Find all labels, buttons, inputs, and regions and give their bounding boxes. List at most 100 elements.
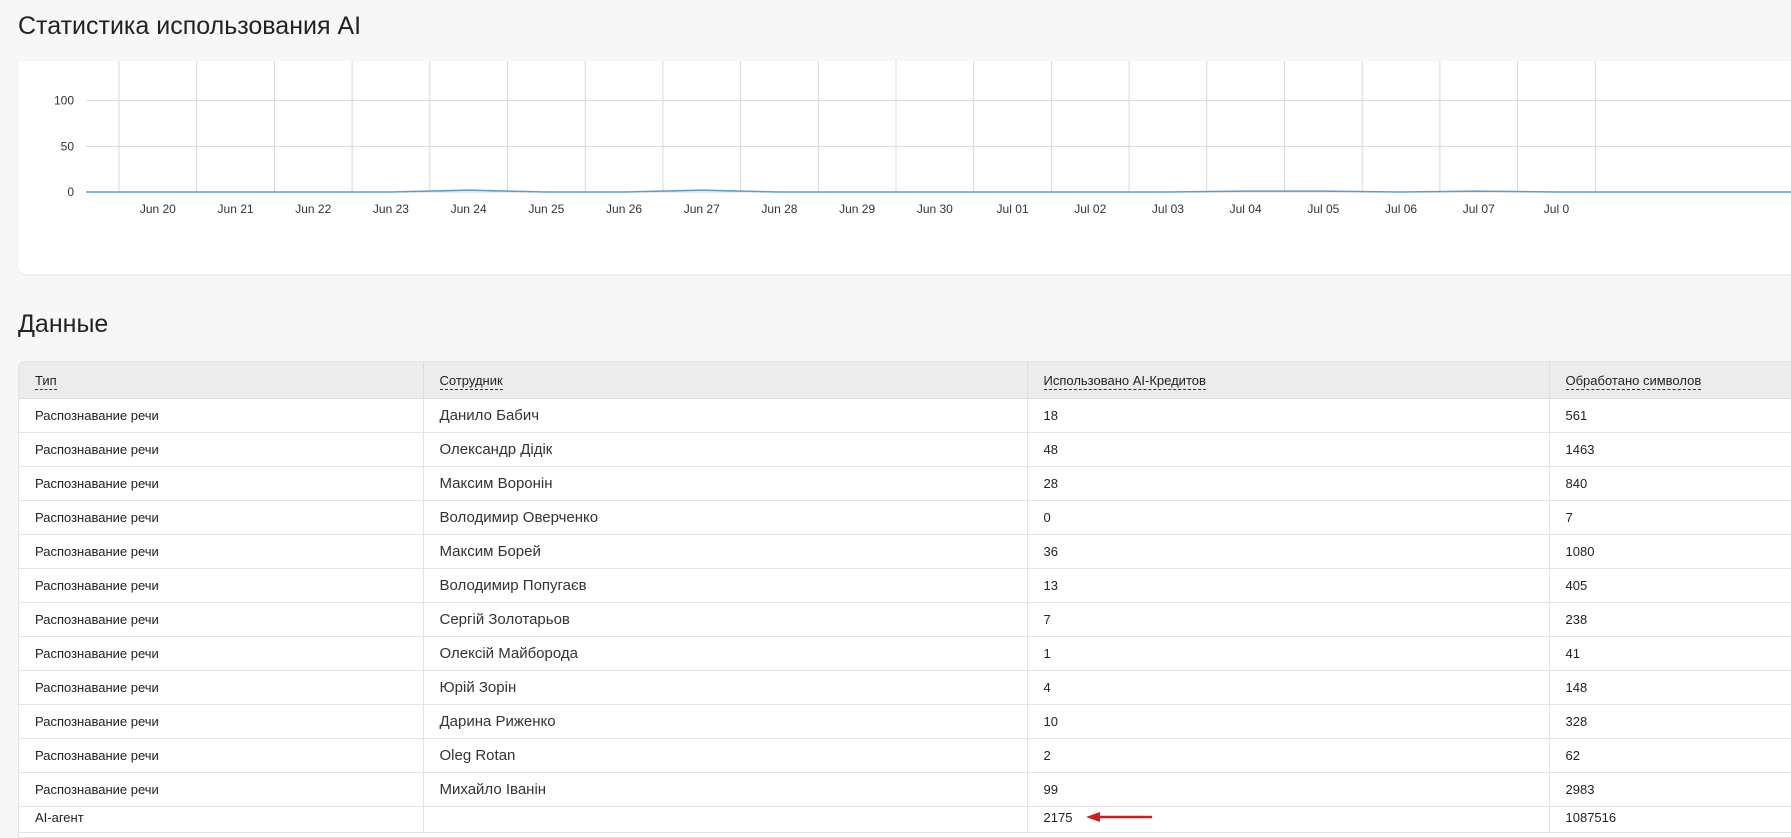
cell-characters: 148	[1549, 670, 1791, 705]
x-tick-label: Jun 24	[451, 202, 487, 216]
cell-characters: 328	[1549, 704, 1791, 739]
cell-type: Распознавание речи	[19, 704, 424, 739]
y-tick-label: 100	[54, 94, 74, 108]
cell-characters: 238	[1549, 602, 1791, 637]
x-tick-label: Jul 04	[1230, 202, 1262, 216]
usage-chart: 0 50 100 150 Jun 20 Jun 21 Jun 22 Jun 23 Jun 24 J…	[18, 61, 1791, 274]
data-table-container: Тип Сотрудник Использовано AI-Кредитов О…	[18, 361, 1791, 838]
table-row: AI-агент 2175 1087516	[19, 806, 1791, 833]
cell-characters: 7	[1549, 500, 1791, 535]
cell-characters: 561	[1549, 398, 1791, 433]
cell-employee: Михайло Іванін	[423, 772, 1028, 807]
cell-type: Распознавание речи	[19, 398, 424, 433]
y-tick-label: 0	[67, 185, 74, 199]
cell-employee: Oleg Rotan	[423, 738, 1028, 773]
cell-employee: Дарина Риженко	[423, 704, 1028, 739]
x-tick-label: Jun 26	[606, 202, 642, 216]
table-row: Распознавание речи Максим Воронін 28 840	[19, 466, 1791, 501]
cell-credits: 7	[1027, 602, 1550, 637]
cell-employee: Данило Бабич	[423, 398, 1028, 433]
table-row: Распознавание речи Олексій Майборода 1 41	[19, 636, 1791, 671]
x-tick-label: Jul 01	[997, 202, 1029, 216]
x-tick-label: Jun 22	[295, 202, 331, 216]
series-line	[86, 189, 1791, 193]
cell-characters: 62	[1549, 738, 1791, 773]
x-tick-label: Jun 23	[373, 202, 409, 216]
cell-credits: 99	[1027, 772, 1550, 807]
cell-type: Распознавание речи	[19, 500, 424, 535]
cell-type: Распознавание речи	[19, 636, 424, 671]
x-tick-label: Jun 28	[761, 202, 797, 216]
cell-type: Распознавание речи	[19, 738, 424, 773]
cell-characters: 1463	[1549, 432, 1791, 467]
table-row: Распознавание речи Дарина Риженко 10 328	[19, 704, 1791, 739]
cell-credits: 48	[1027, 432, 1550, 467]
x-tick-label: Jun 30	[917, 202, 953, 216]
cell-type: Распознавание речи	[19, 432, 424, 467]
x-tick-label: Jul 02	[1074, 202, 1106, 216]
cell-employee: Юрій Зорін	[423, 670, 1028, 705]
cell-employee: Максим Воронін	[423, 466, 1028, 501]
x-tick-label: Jun 21	[218, 202, 254, 216]
column-header-employee[interactable]: Сотрудник	[423, 362, 1028, 399]
x-tick-label: Jul 07	[1463, 202, 1495, 216]
cell-characters: 41	[1549, 636, 1791, 671]
cell-characters: 1080	[1549, 534, 1791, 569]
table-row: Распознавание речи Володимир Попугаєв 13 40…	[19, 568, 1791, 603]
table-row: Распознавание речи Юрій Зорін 4 148	[19, 670, 1791, 705]
data-table: Тип Сотрудник Использовано AI-Кредитов О…	[19, 362, 1791, 833]
cell-type: Распознавание речи	[19, 670, 424, 705]
usage-chart-svg: 0 50 100 150 Jun 20 Jun 21 Jun 22 Jun 23 Jun 24 J…	[54, 61, 1791, 216]
cell-type: Распознавание речи	[19, 602, 424, 637]
cell-employee: Олексій Майборода	[423, 636, 1028, 671]
cell-type: Распознавание речи	[19, 568, 424, 603]
cell-credits: 36	[1027, 534, 1550, 569]
cell-characters: 405	[1549, 568, 1791, 603]
x-tick-label: Jun 25	[528, 202, 564, 216]
x-tick-label: Jun 29	[839, 202, 875, 216]
data-section-title: Данные	[18, 310, 109, 338]
cell-employee: Максим Борей	[423, 534, 1028, 569]
cell-type: Распознавание речи	[19, 534, 424, 569]
table-row: Распознавание речи Максим Борей 36 1080	[19, 534, 1791, 569]
y-tick-label: 150	[54, 61, 74, 62]
cell-characters: 1087516	[1549, 806, 1791, 833]
cell-credits: 4	[1027, 670, 1550, 705]
cell-type: AI-агент	[19, 806, 424, 833]
x-tick-label: Jul 0	[1544, 202, 1570, 216]
page-title: Статистика использования AI	[18, 12, 362, 40]
table-row: Распознавание речи Oleg Rotan 2 62	[19, 738, 1791, 773]
cell-credits: 18	[1027, 398, 1550, 433]
table-row: Распознавание речи Володимир Оверченко 0 7	[19, 500, 1791, 535]
cell-credits: 13	[1027, 568, 1550, 603]
cell-employee: Сергій Золотарьов	[423, 602, 1028, 637]
cell-type: Распознавание речи	[19, 772, 424, 807]
cell-characters: 840	[1549, 466, 1791, 501]
cell-characters: 2983	[1549, 772, 1791, 807]
y-tick-label: 50	[61, 139, 75, 153]
column-header-credits[interactable]: Использовано AI-Кредитов	[1027, 362, 1550, 399]
x-tick-label: Jul 05	[1307, 202, 1339, 216]
table-row: Распознавание речи Олександр Дідік 48 1463	[19, 432, 1791, 467]
column-header-type[interactable]: Тип	[19, 362, 424, 399]
cell-credits: 2	[1027, 738, 1550, 773]
red-arrow-annotation	[1086, 812, 1153, 822]
cell-credits: 0	[1027, 500, 1550, 535]
x-tick-label: Jun 27	[684, 202, 720, 216]
column-header-characters[interactable]: Обработано символов	[1549, 362, 1791, 399]
cell-employee: Володимир Оверченко	[423, 500, 1028, 535]
table-row: Распознавание речи Сергій Золотарьов 7 238	[19, 602, 1791, 637]
cell-employee: Олександр Дідік	[423, 432, 1028, 467]
x-tick-label: Jun 20	[140, 202, 176, 216]
cell-type: Распознавание речи	[19, 466, 424, 501]
table-row: Распознавание речи Михайло Іванін 99 2983	[19, 772, 1791, 807]
table-row: Распознавание речи Данило Бабич 18 561	[19, 398, 1791, 433]
x-tick-label: Jul 03	[1152, 202, 1184, 216]
cell-employee	[423, 806, 1028, 833]
x-tick-label: Jul 06	[1385, 202, 1417, 216]
cell-employee: Володимир Попугаєв	[423, 568, 1028, 603]
cell-credits: 1	[1027, 636, 1550, 671]
cell-credits: 10	[1027, 704, 1550, 739]
cell-credits: 28	[1027, 466, 1550, 501]
table-header-row: Тип Сотрудник Использовано AI-Кредитов О…	[19, 362, 1791, 399]
